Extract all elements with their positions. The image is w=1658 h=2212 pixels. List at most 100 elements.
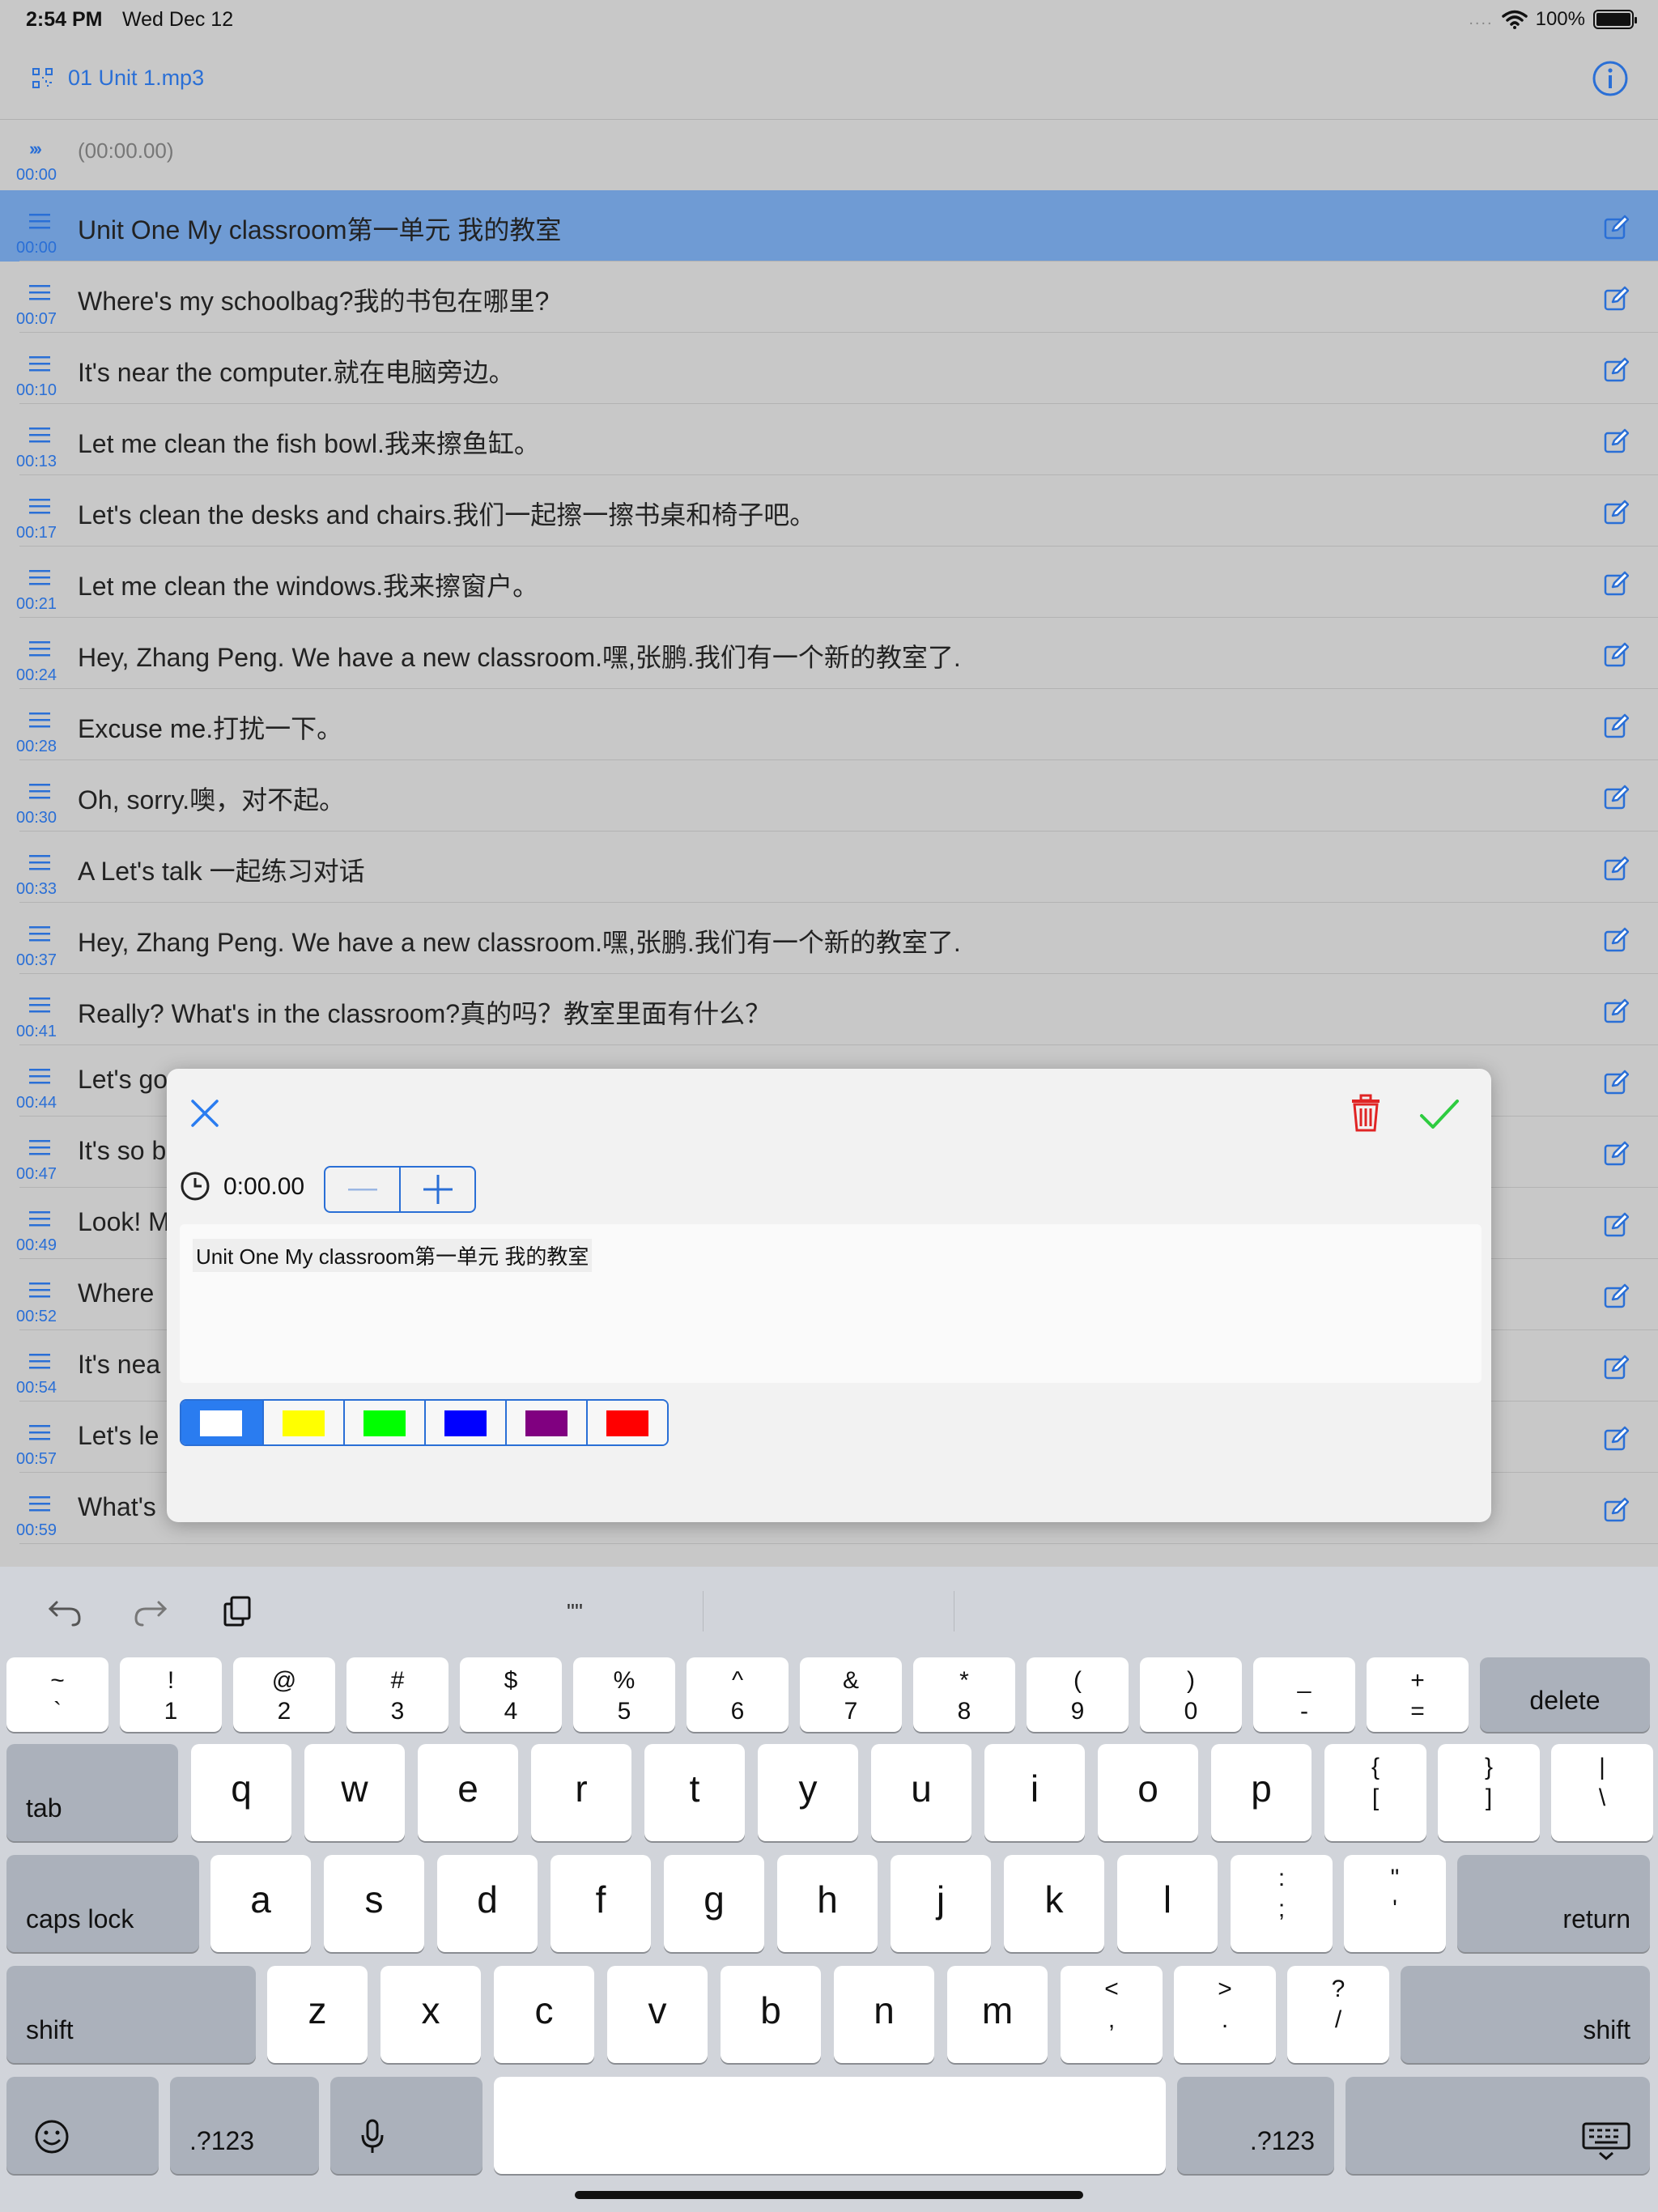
tab-key[interactable]: tab xyxy=(6,1744,178,1841)
edit-icon[interactable] xyxy=(1603,1070,1629,1095)
delete-key[interactable]: delete xyxy=(1480,1657,1650,1732)
transcript-row[interactable]: 00:17 Let's clean the desks and chairs.我们… xyxy=(0,475,1658,547)
key-l[interactable]: l xyxy=(1117,1855,1218,1952)
key-symbol[interactable]: :; xyxy=(1231,1855,1333,1952)
key-1[interactable]: ! 1 xyxy=(120,1657,222,1732)
caps-lock-key[interactable]: caps lock xyxy=(6,1855,199,1952)
color-swatch[interactable] xyxy=(181,1401,262,1444)
key-t[interactable]: t xyxy=(644,1744,745,1841)
edit-icon[interactable] xyxy=(1603,785,1629,810)
key-s[interactable]: s xyxy=(324,1855,424,1952)
key-symbol[interactable]: ? / xyxy=(1287,1966,1389,2063)
key-0[interactable]: ~ ` xyxy=(6,1657,108,1732)
numbers-key-left[interactable]: .?123 xyxy=(170,2077,319,2174)
key-7[interactable]: & 7 xyxy=(800,1657,902,1732)
key-b[interactable]: b xyxy=(721,1966,821,2063)
return-key[interactable]: return xyxy=(1457,1855,1650,1952)
edit-icon[interactable] xyxy=(1603,713,1629,739)
decrement-button[interactable] xyxy=(325,1168,399,1211)
edit-icon[interactable] xyxy=(1603,642,1629,668)
edit-icon[interactable] xyxy=(1603,1355,1629,1380)
transcript-row[interactable]: 00:10 It's near the computer.就在电脑旁边。 xyxy=(0,333,1658,404)
key-8[interactable]: * 8 xyxy=(913,1657,1015,1732)
key-2[interactable]: @2 xyxy=(233,1657,335,1732)
transcript-row[interactable]: 00:33 A Let's talk 一起练习对话 xyxy=(0,832,1658,903)
key-12[interactable]: + = xyxy=(1367,1657,1469,1732)
transcript-row[interactable]: 00:41 Really? What's in the classroom?真的吗… xyxy=(0,974,1658,1045)
segment-text-input[interactable]: Unit One My classroom第一单元 我的教室 xyxy=(180,1224,1482,1383)
key-symbol[interactable]: }] xyxy=(1438,1744,1540,1841)
edit-icon[interactable] xyxy=(1603,1212,1629,1238)
key-r[interactable]: r xyxy=(531,1744,631,1841)
color-swatch[interactable] xyxy=(505,1401,586,1444)
edit-icon[interactable] xyxy=(1603,571,1629,597)
info-icon[interactable] xyxy=(1592,60,1629,97)
increment-button[interactable] xyxy=(399,1168,474,1211)
file-title[interactable]: 01 Unit 1.mp3 xyxy=(68,66,204,91)
key-p[interactable]: p xyxy=(1211,1744,1312,1841)
key-symbol[interactable]: | \ xyxy=(1551,1744,1653,1841)
key-w[interactable]: w xyxy=(304,1744,405,1841)
key-4[interactable]: $4 xyxy=(460,1657,562,1732)
key-q[interactable]: q xyxy=(191,1744,291,1841)
color-swatch[interactable] xyxy=(343,1401,424,1444)
key-j[interactable]: j xyxy=(891,1855,991,1952)
transcript-row[interactable]: 00:37 Hey, Zhang Peng. We have a new clas… xyxy=(0,903,1658,974)
trash-icon[interactable] xyxy=(1347,1093,1384,1134)
dismiss-keyboard-key[interactable] xyxy=(1346,2077,1650,2174)
redo-icon[interactable] xyxy=(133,1593,170,1630)
transcript-row[interactable]: 00:07 Where's my schoolbag?我的书包在哪里? xyxy=(0,262,1658,333)
key-9[interactable]: (9 xyxy=(1027,1657,1129,1732)
edit-icon[interactable] xyxy=(1603,215,1629,240)
edit-icon[interactable] xyxy=(1603,927,1629,953)
key-y[interactable]: y xyxy=(758,1744,858,1841)
key-v[interactable]: v xyxy=(607,1966,708,2063)
dictation-key[interactable] xyxy=(330,2077,483,2174)
emoji-key[interactable] xyxy=(6,2077,159,2174)
edit-icon[interactable] xyxy=(1603,357,1629,383)
key-z[interactable]: z xyxy=(267,1966,368,2063)
edit-icon[interactable] xyxy=(1603,1426,1629,1452)
edit-icon[interactable] xyxy=(1603,286,1629,312)
transcript-row[interactable]: 00:30 Oh, sorry.噢，对不起。 xyxy=(0,760,1658,832)
transcript-row[interactable]: 00:28 Excuse me.打扰一下。 xyxy=(0,689,1658,760)
key-k[interactable]: k xyxy=(1004,1855,1104,1952)
numbers-key-right[interactable]: .?123 xyxy=(1177,2077,1334,2174)
edit-icon[interactable] xyxy=(1603,428,1629,454)
key-symbol[interactable]: <, xyxy=(1061,1966,1163,2063)
key-11[interactable]: _ - xyxy=(1253,1657,1355,1732)
shift-key-left[interactable]: shift xyxy=(6,1966,256,2063)
key-u[interactable]: u xyxy=(871,1744,971,1841)
space-key[interactable] xyxy=(494,2077,1166,2174)
key-5[interactable]: % 5 xyxy=(573,1657,675,1732)
transcript-row[interactable]: 00:24 Hey, Zhang Peng. We have a new clas… xyxy=(0,618,1658,689)
key-symbol[interactable]: >. xyxy=(1174,1966,1276,2063)
waveform-file-icon[interactable] xyxy=(31,66,55,91)
key-f[interactable]: f xyxy=(551,1855,651,1952)
checkmark-icon[interactable] xyxy=(1417,1095,1465,1135)
playhead-row[interactable]: ››› 00:00 (00:00.00) xyxy=(0,121,1658,190)
key-3[interactable]: #3 xyxy=(346,1657,449,1732)
key-e[interactable]: e xyxy=(418,1744,518,1841)
edit-icon[interactable] xyxy=(1603,500,1629,525)
edit-icon[interactable] xyxy=(1603,1497,1629,1523)
key-symbol[interactable]: " ' xyxy=(1344,1855,1446,1952)
edit-icon[interactable] xyxy=(1603,856,1629,882)
edit-icon[interactable] xyxy=(1603,998,1629,1024)
close-icon[interactable] xyxy=(185,1093,225,1134)
key-x[interactable]: x xyxy=(380,1966,481,2063)
color-swatch[interactable] xyxy=(586,1401,667,1444)
key-10[interactable]: ) 0 xyxy=(1140,1657,1242,1732)
color-swatch[interactable] xyxy=(424,1401,505,1444)
key-m[interactable]: m xyxy=(947,1966,1048,2063)
key-6[interactable]: ^ 6 xyxy=(687,1657,789,1732)
key-c[interactable]: c xyxy=(494,1966,594,2063)
key-h[interactable]: h xyxy=(777,1855,878,1952)
shift-key-right[interactable]: shift xyxy=(1401,1966,1650,2063)
key-n[interactable]: n xyxy=(834,1966,934,2063)
color-swatch[interactable] xyxy=(262,1401,343,1444)
key-symbol[interactable]: {[ xyxy=(1324,1744,1426,1841)
key-g[interactable]: g xyxy=(664,1855,764,1952)
transcript-row[interactable]: 00:13 Let me clean the fish bowl.我来擦鱼缸。 xyxy=(0,404,1658,475)
transcript-row[interactable]: 00:21 Let me clean the windows.我来擦窗户。 xyxy=(0,547,1658,618)
